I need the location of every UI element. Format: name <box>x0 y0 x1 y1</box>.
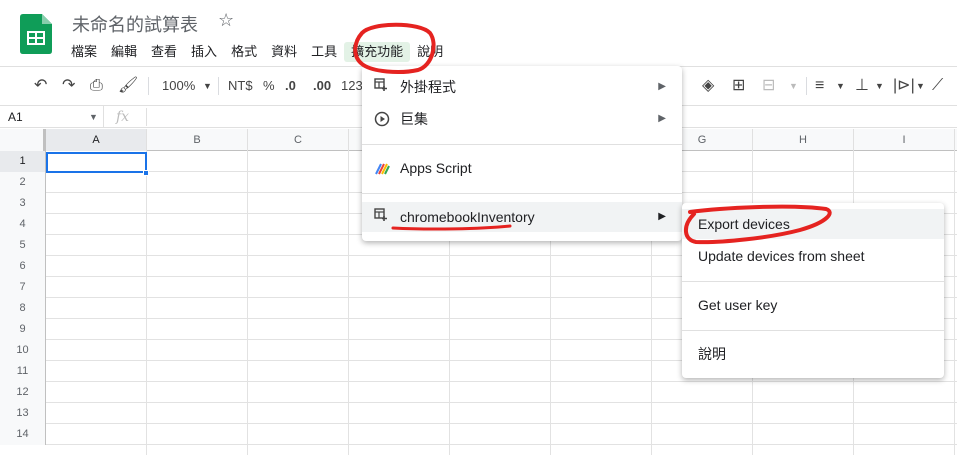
addon-icon <box>374 72 388 102</box>
menu-data[interactable]: 資料 <box>264 42 304 62</box>
zoom-select[interactable]: 100% <box>162 76 195 96</box>
row-header-14[interactable]: 14 <box>0 424 46 445</box>
zoom-caret-icon[interactable]: ▼ <box>203 76 212 96</box>
submenu-item-update-devices[interactable]: Update devices from sheet <box>682 241 944 271</box>
row-header-9[interactable]: 9 <box>0 319 46 340</box>
submenu-item-get-user-key[interactable]: Get user key <box>682 290 944 320</box>
name-box-caret-icon[interactable]: ▼ <box>89 106 98 128</box>
text-wrap-icon[interactable]: |⊳| <box>893 76 915 96</box>
horizontal-align-icon[interactable]: ≡ <box>815 76 824 96</box>
menu-item-label: Update devices from sheet <box>698 248 865 264</box>
menu-item-macros[interactable]: 巨集 ▶ <box>362 104 682 134</box>
fill-handle[interactable] <box>143 170 149 176</box>
merge-caret-icon[interactable]: ▼ <box>789 76 798 96</box>
row-header-1[interactable]: 1 <box>0 151 46 172</box>
row-header-4[interactable]: 4 <box>0 214 46 235</box>
text-rotation-icon[interactable]: ⟋ <box>932 76 943 96</box>
row-header-5[interactable]: 5 <box>0 235 46 256</box>
macro-icon <box>374 104 390 137</box>
menu-edit[interactable]: 編輯 <box>104 42 144 62</box>
menu-help[interactable]: 說明 <box>410 42 450 62</box>
menu-item-label: chromebookInventory <box>400 209 535 225</box>
menubar: 檔案 編輯 查看 插入 格式 資料 工具 擴充功能 說明 <box>64 42 450 62</box>
increase-decimal-button[interactable]: .00 <box>313 76 331 96</box>
row-header-8[interactable]: 8 <box>0 298 46 319</box>
menu-item-label: 巨集 <box>400 111 428 127</box>
wrap-caret-icon[interactable]: ▼ <box>916 76 925 96</box>
row-header-12[interactable]: 12 <box>0 382 46 403</box>
submenu-item-export-devices[interactable]: Export devices <box>682 209 944 239</box>
halign-caret-icon[interactable]: ▼ <box>836 76 845 96</box>
valign-caret-icon[interactable]: ▼ <box>875 76 884 96</box>
apps-script-icon <box>374 153 390 186</box>
addon-icon <box>374 202 388 232</box>
table-row: 14 <box>0 424 957 445</box>
menu-item-apps-script[interactable]: Apps Script <box>362 153 682 183</box>
row-header-11[interactable]: 11 <box>0 361 46 382</box>
menu-item-label: Apps Script <box>400 160 472 176</box>
more-formats-button[interactable]: 123 <box>341 76 363 96</box>
column-header-h[interactable]: H <box>753 129 854 151</box>
menu-item-chromebook-inventory[interactable]: chromebookInventory ▶ <box>362 202 682 232</box>
row-header-2[interactable]: 2 <box>0 172 46 193</box>
menu-item-label: 說明 <box>698 346 726 362</box>
paint-format-icon[interactable]: 🖌 <box>118 76 138 96</box>
document-title[interactable]: 未命名的試算表 <box>72 11 198 37</box>
submenu-arrow-icon: ▶ <box>658 81 666 92</box>
undo-icon[interactable]: ↶ <box>34 76 47 96</box>
menu-extensions[interactable]: 擴充功能 <box>344 42 411 62</box>
star-icon[interactable]: ☆ <box>218 10 234 31</box>
merge-cells-icon[interactable]: ⊟ <box>762 76 775 96</box>
submenu-arrow-icon: ▶ <box>658 211 666 222</box>
submenu-arrow-icon: ▶ <box>658 113 666 124</box>
menu-view[interactable]: 查看 <box>144 42 184 62</box>
select-all-corner[interactable] <box>0 129 46 151</box>
submenu-item-help[interactable]: 說明 <box>682 339 944 369</box>
row-header-7[interactable]: 7 <box>0 277 46 298</box>
currency-format-button[interactable]: NT$ <box>228 76 253 96</box>
column-header-a[interactable]: A <box>46 129 147 151</box>
row-header-6[interactable]: 6 <box>0 256 46 277</box>
menu-item-label: Export devices <box>698 216 790 232</box>
row-header-13[interactable]: 13 <box>0 403 46 424</box>
borders-icon[interactable]: ⊞ <box>732 76 745 96</box>
decrease-decimal-button[interactable]: .0 <box>285 76 296 96</box>
chromebook-inventory-submenu: Export devices Update devices from sheet… <box>682 203 944 378</box>
row-header-10[interactable]: 10 <box>0 340 46 361</box>
menu-format[interactable]: 格式 <box>224 42 264 62</box>
selected-cell-a1[interactable] <box>46 152 147 173</box>
menu-item-label: Get user key <box>698 297 778 313</box>
menu-item-label: 外掛程式 <box>400 79 456 95</box>
menu-file[interactable]: 檔案 <box>64 42 104 62</box>
print-icon[interactable]: ⎙ <box>90 76 103 96</box>
sheets-logo-icon[interactable] <box>20 14 52 54</box>
redo-icon[interactable]: ↷ <box>62 76 75 96</box>
menu-insert[interactable]: 插入 <box>184 42 224 62</box>
column-header-b[interactable]: B <box>147 129 248 151</box>
column-header-i[interactable]: I <box>854 129 955 151</box>
fx-icon: fx <box>116 109 130 125</box>
table-row: 12 <box>0 382 957 403</box>
row-header-3[interactable]: 3 <box>0 193 46 214</box>
extensions-menu: 外掛程式 ▶ 巨集 ▶ Apps Script chromebookInvent… <box>362 66 682 241</box>
percent-format-button[interactable]: % <box>263 76 275 96</box>
fill-color-icon[interactable]: ◈ <box>702 76 714 96</box>
vertical-align-icon[interactable]: ⊥ <box>855 76 869 96</box>
menu-tools[interactable]: 工具 <box>304 42 344 62</box>
menu-item-addons[interactable]: 外掛程式 ▶ <box>362 72 682 102</box>
spreadsheet-app: 未命名的試算表 ☆ 檔案 編輯 查看 插入 格式 資料 工具 擴充功能 說明 ↶… <box>0 0 957 455</box>
table-row: 13 <box>0 403 957 424</box>
column-header-c[interactable]: C <box>248 129 349 151</box>
